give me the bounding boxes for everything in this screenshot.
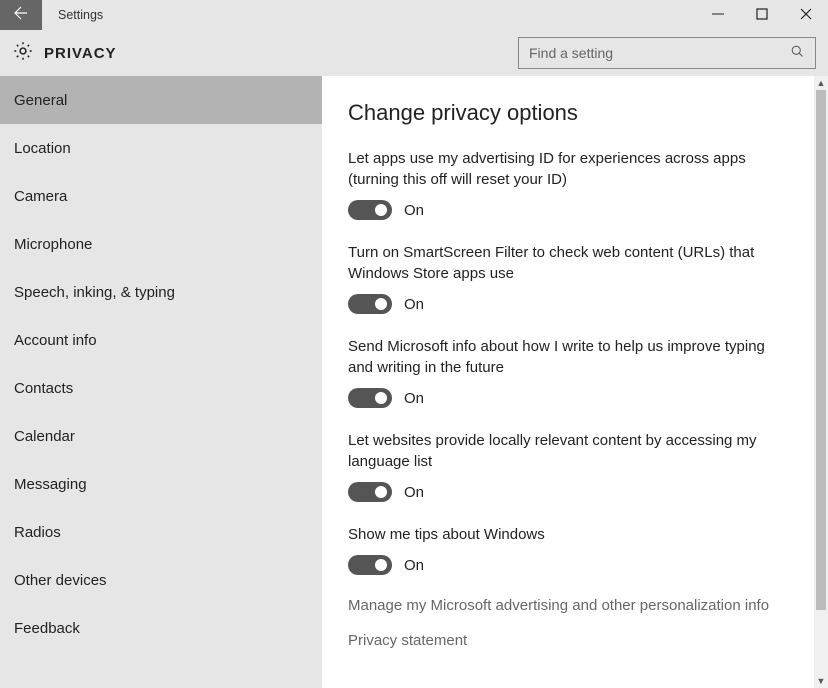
scrollbar-thumb[interactable] (816, 90, 826, 610)
sidebar-item-label: Location (14, 140, 71, 157)
option-label: Turn on SmartScreen Filter to check web … (348, 242, 788, 284)
privacy-option: Turn on SmartScreen Filter to check web … (348, 242, 788, 314)
toggle-switch[interactable] (348, 482, 392, 502)
sidebar-item-other-devices[interactable]: Other devices (0, 556, 322, 604)
sidebar-item-feedback[interactable]: Feedback (0, 604, 322, 652)
sidebar-item-label: Feedback (14, 620, 80, 637)
option-label: Show me tips about Windows (348, 524, 788, 545)
minimize-button[interactable] (696, 0, 740, 30)
sidebar-item-messaging[interactable]: Messaging (0, 460, 322, 508)
main-panel: Change privacy options Let apps use my a… (322, 76, 828, 688)
sidebar-item-label: Camera (14, 188, 67, 205)
sidebar-item-contacts[interactable]: Contacts (0, 364, 322, 412)
sidebar-item-label: Contacts (14, 380, 73, 397)
maximize-button[interactable] (740, 0, 784, 30)
gear-icon (12, 40, 34, 66)
toggle-state-label: On (404, 484, 424, 501)
toggle-state-label: On (404, 557, 424, 574)
sidebar-item-label: Radios (14, 524, 61, 541)
sidebar-item-camera[interactable]: Camera (0, 172, 322, 220)
minimize-icon (712, 7, 724, 24)
scrollbar[interactable]: ▲ ▼ (814, 76, 828, 688)
search-icon (790, 44, 805, 63)
sidebar: General Location Camera Microphone Speech, i… (0, 76, 322, 688)
sidebar-item-speech-inking-typing[interactable]: Speech, inking, & typing (0, 268, 322, 316)
toggle-knob-icon (375, 298, 387, 310)
search-input[interactable] (529, 45, 790, 61)
sidebar-item-label: Messaging (14, 476, 87, 493)
sidebar-item-label: Calendar (14, 428, 75, 445)
sidebar-item-label: Microphone (14, 236, 92, 253)
close-icon (800, 7, 812, 24)
scroll-down-icon[interactable]: ▼ (814, 674, 828, 688)
sidebar-item-radios[interactable]: Radios (0, 508, 322, 556)
sidebar-item-calendar[interactable]: Calendar (0, 412, 322, 460)
close-button[interactable] (784, 0, 828, 30)
option-label: Send Microsoft info about how I write to… (348, 336, 788, 378)
back-arrow-icon (12, 4, 30, 26)
maximize-icon (756, 7, 768, 24)
toggle-switch[interactable] (348, 294, 392, 314)
sidebar-item-label: Account info (14, 332, 97, 349)
toggle-knob-icon (375, 559, 387, 571)
privacy-option: Let websites provide locally relevant co… (348, 430, 788, 502)
sidebar-item-label: General (14, 92, 67, 109)
sidebar-item-label: Speech, inking, & typing (14, 284, 175, 301)
toggle-state-label: On (404, 296, 424, 313)
titlebar: Settings (0, 0, 828, 30)
privacy-option: Let apps use my advertising ID for exper… (348, 148, 788, 220)
toggle-knob-icon (375, 204, 387, 216)
toggle-switch[interactable] (348, 200, 392, 220)
toggle-knob-icon (375, 392, 387, 404)
link[interactable]: Manage my Microsoft advertising and othe… (348, 597, 788, 614)
toggle-state-label: On (404, 390, 424, 407)
toggle-state-label: On (404, 202, 424, 219)
sidebar-item-general[interactable]: General (0, 76, 322, 124)
toggle-knob-icon (375, 486, 387, 498)
sidebar-item-microphone[interactable]: Microphone (0, 220, 322, 268)
toggle-switch[interactable] (348, 388, 392, 408)
search-box[interactable] (518, 37, 816, 69)
sidebar-item-location[interactable]: Location (0, 124, 322, 172)
scroll-up-icon[interactable]: ▲ (814, 76, 828, 90)
option-label: Let websites provide locally relevant co… (348, 430, 788, 472)
privacy-option: Send Microsoft info about how I write to… (348, 336, 788, 408)
section-title: PRIVACY (44, 45, 117, 62)
privacy-option: Show me tips about Windows On (348, 524, 788, 575)
sidebar-item-label: Other devices (14, 572, 107, 589)
page-title: Change privacy options (348, 100, 788, 126)
toggle-switch[interactable] (348, 555, 392, 575)
link[interactable]: Privacy statement (348, 632, 788, 649)
sidebar-item-account-info[interactable]: Account info (0, 316, 322, 364)
window-title: Settings (58, 8, 103, 22)
back-button[interactable] (0, 0, 42, 30)
header: PRIVACY (0, 30, 828, 76)
option-label: Let apps use my advertising ID for exper… (348, 148, 788, 190)
